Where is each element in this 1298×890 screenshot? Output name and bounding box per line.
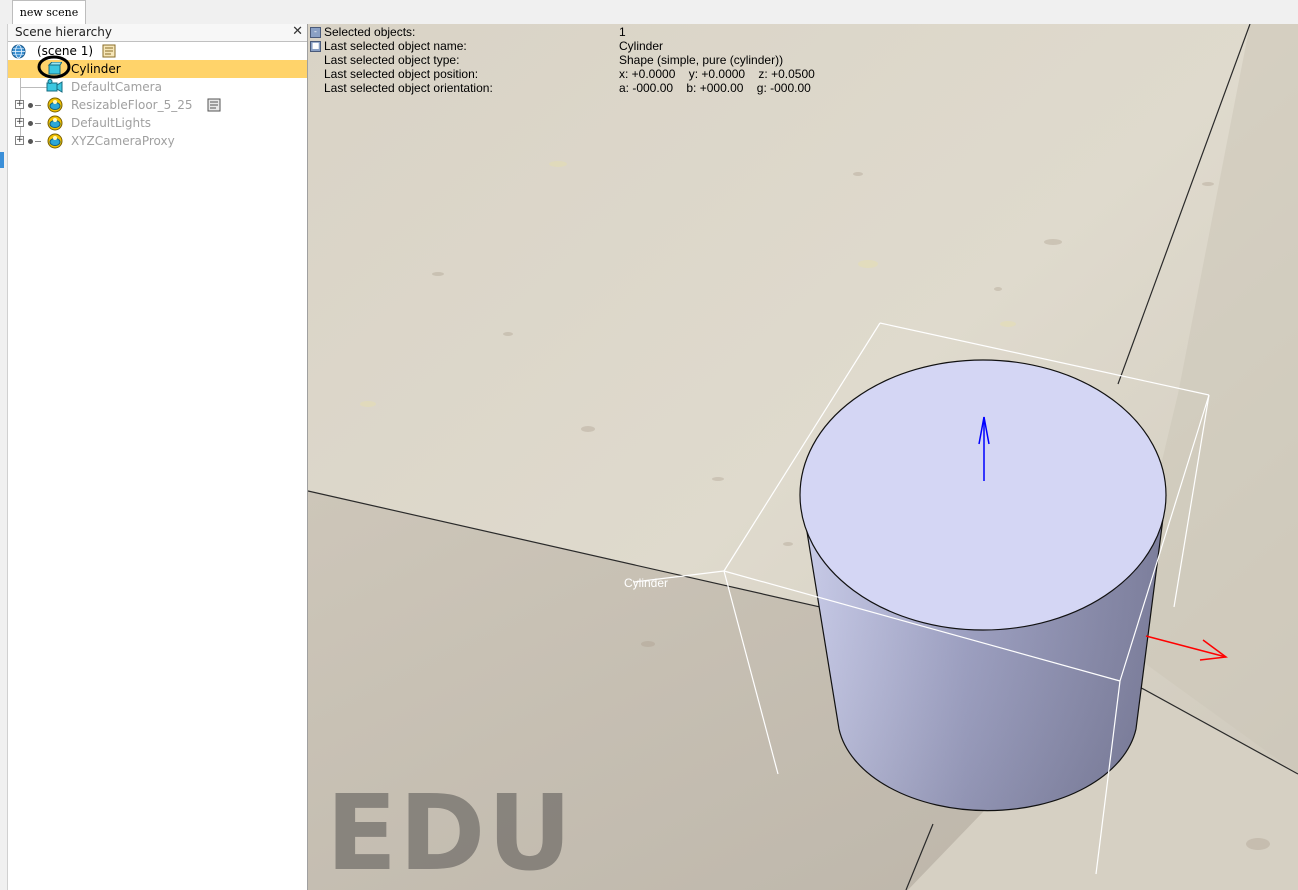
tree-item-cylinder[interactable]: Cylinder	[8, 55, 307, 79]
model-icon	[47, 97, 63, 113]
object-label: Cylinder	[624, 576, 669, 590]
expand-icon[interactable]: +	[15, 100, 24, 109]
info-label: Selected objects:	[324, 25, 416, 39]
info-value: a: -000.00 b: +000.00 g: -000.00	[619, 81, 811, 95]
info-value: 1	[619, 25, 626, 39]
scene-hierarchy-header: Scene hierarchy ✕	[8, 24, 307, 42]
close-icon[interactable]: ✕	[292, 24, 303, 39]
info-value: x: +0.0000 y: +0.0000 z: +0.0500	[619, 67, 815, 81]
edu-watermark: EDU	[326, 772, 574, 890]
tab-new-scene[interactable]: new scene	[12, 0, 86, 24]
document-tab-bar: new scene	[0, 0, 1298, 25]
tree-item-label: XYZCameraProxy	[71, 134, 175, 148]
cylinder-shape-icon	[47, 62, 62, 75]
info-toggle-button[interactable]: ■	[310, 41, 321, 52]
tree-item-xyzcameraproxy[interactable]: + XYZCameraProxy	[8, 132, 307, 150]
info-value: Cylinder	[619, 39, 664, 53]
tree-item-label: Cylinder	[71, 62, 121, 76]
model-icon	[47, 115, 63, 131]
dot-icon	[28, 103, 33, 108]
info-label: Last selected object type:	[324, 53, 460, 67]
info-label: Last selected object name:	[324, 39, 467, 53]
tree-item-label: ResizableFloor_5_25	[71, 98, 193, 112]
info-label: Last selected object position:	[324, 67, 479, 81]
scene-hierarchy-panel: Scene hierarchy ✕ (scene 1) Cylinder Def…	[8, 24, 308, 890]
dot-icon	[28, 139, 33, 144]
cylinder-object[interactable]	[799, 359, 1167, 812]
expand-icon[interactable]: +	[15, 136, 24, 145]
info-label: Last selected object orientation:	[324, 81, 493, 95]
expand-icon[interactable]: +	[15, 118, 24, 127]
collapse-info-button[interactable]: -	[310, 27, 321, 38]
edge-indicator	[0, 152, 4, 168]
model-icon	[47, 133, 63, 149]
tree-item-defaultcamera[interactable]: DefaultCamera	[8, 78, 307, 96]
tree-item-defaultlights[interactable]: + DefaultLights	[8, 114, 307, 132]
tree-line	[35, 123, 41, 124]
tree-line	[35, 141, 41, 142]
globe-icon	[11, 44, 26, 59]
camera-icon	[46, 79, 63, 93]
left-edge-strip	[0, 24, 8, 890]
scene-viewport[interactable]: Cylinder - ■ Selected objects: 1 Last se…	[308, 24, 1298, 890]
scene-hierarchy-title: Scene hierarchy	[15, 25, 112, 39]
dot-icon	[28, 121, 33, 126]
tree-item-label: DefaultLights	[71, 116, 152, 130]
scene-render	[308, 24, 1298, 890]
script-icon[interactable]	[207, 98, 221, 112]
tree-line	[35, 105, 41, 106]
script-icon[interactable]	[102, 44, 116, 58]
tree-item-resizablefloor[interactable]: + ResizableFloor_5_25	[8, 96, 307, 114]
info-value: Shape (simple, pure (cylinder))	[619, 53, 784, 67]
tree-item-label: DefaultCamera	[71, 80, 162, 94]
